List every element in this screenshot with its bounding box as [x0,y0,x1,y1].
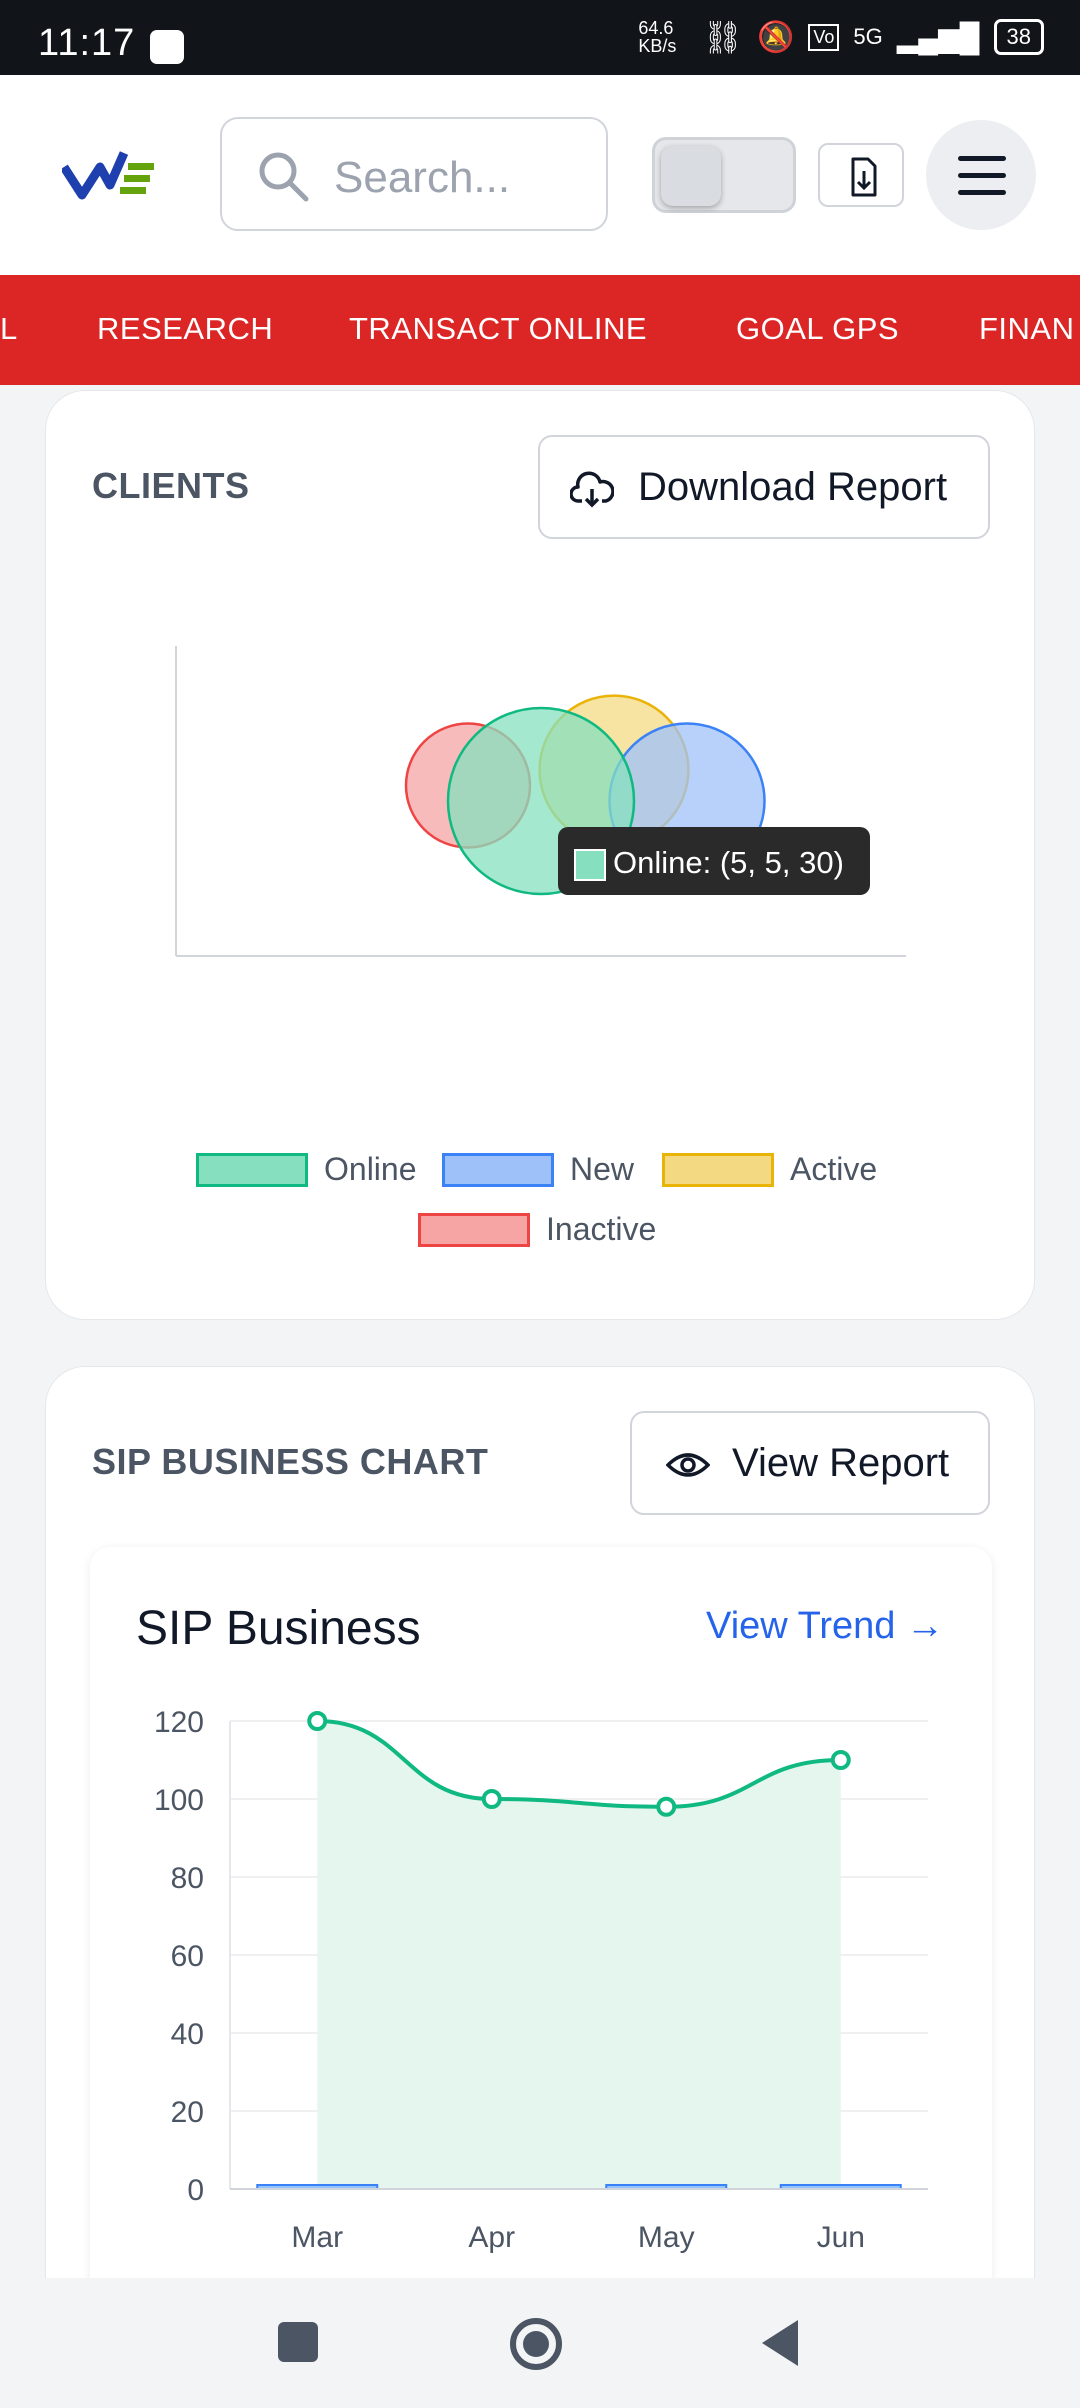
notification-icon [150,30,184,64]
data-point [481,1789,502,1809]
legend-label-new: New [570,1151,635,1187]
network-type: 5G [853,24,883,49]
status-time: 11:17 [38,22,136,64]
view-trend-link[interactable]: View Trend → [706,1605,944,1648]
hamburger-icon [958,156,1006,161]
view-report-label: View Report [732,1441,950,1485]
download-file-button[interactable] [818,143,904,207]
legend-swatch-online [196,1152,308,1187]
network-speed: 64.6 KB/s [638,18,677,56]
search-icon [259,152,309,202]
legend-swatch-active [662,1152,774,1187]
theme-toggle[interactable] [652,137,796,213]
signal-icon: ▂▄▆█ [896,21,980,53]
nav-item-finan[interactable]: FINAN [979,311,1075,347]
main-nav: L RESEARCH TRANSACT ONLINE GOAL GPS FINA… [0,275,1080,385]
search-input[interactable]: Search... [220,117,608,231]
search-placeholder: Search... [334,153,511,202]
legend-inactive[interactable]: Inactive [418,1211,656,1248]
data-point [830,1750,851,1770]
legend-new[interactable]: New [442,1151,634,1188]
home-button[interactable] [508,2316,564,2372]
clients-title: CLIENTS [92,465,250,506]
sip-card-title: SIP BUSINESS CHART [92,1441,489,1482]
chart-tooltip: Online: (5, 5, 30) [558,827,870,895]
y-tick-label: 100 [154,1784,204,1817]
cloud-download-icon [570,471,614,508]
legend-active[interactable]: Active [662,1151,877,1188]
menu-button[interactable] [926,120,1036,230]
toggle-knob [661,146,721,206]
y-tick-label: 80 [171,1862,204,1895]
legend-label-active: Active [790,1151,878,1187]
sip-business-card: SIP BUSINESS CHART View Report SIP Busin… [45,1366,1035,2366]
sip-chart-panel: SIP Business View Trend → 0 20 40 60 80 100 12… [90,1547,992,2307]
data-point [656,1796,677,1817]
nav-item-partial[interactable]: L [0,311,18,347]
system-nav-bar [0,2278,1080,2408]
eye-icon [666,1453,710,1477]
logo-icon[interactable] [62,145,162,205]
legend-label-inactive: Inactive [546,1211,657,1247]
status-bar: 11:17 64.6 KB/s ⛓ 🔕 Vo 5G ▂▄▆█ 38 [0,0,1080,75]
x-tick-label: May [638,2221,695,2254]
app-header: Search... [0,75,1080,275]
y-tick-label: 120 [154,1706,204,1739]
battery-icon: 38 [993,19,1044,55]
y-tick-label: 20 [171,2096,204,2129]
y-tick-label: 0 [187,2174,204,2207]
nav-item-transact-online[interactable]: TRANSACT ONLINE [349,311,647,347]
download-file-icon [851,157,877,197]
back-button[interactable] [758,2318,802,2368]
download-report-button[interactable]: Download Report [538,435,990,539]
legend-label-online: Online [324,1151,417,1187]
sip-line-chart: 0 20 40 60 80 100 120 Mar Apr May Jun [154,1706,928,2254]
volte-icon: Vo [808,23,840,51]
data-point [307,1711,328,1731]
area-fill [317,1721,841,2189]
link-icon: ⛓ [702,19,744,55]
status-icons: 64.6 KB/s ⛓ 🔕 Vo 5G ▂▄▆█ 38 [638,18,1044,56]
nav-item-research[interactable]: RESEARCH [97,311,273,347]
view-report-button[interactable]: View Report [630,1411,990,1515]
y-tick-label: 40 [171,2018,204,2051]
nav-item-goal-gps[interactable]: GOAL GPS [736,311,899,347]
mute-icon: 🔕 [757,20,795,54]
y-tick-label: 60 [171,1940,204,1973]
x-tick-label: Jun [817,2221,865,2254]
bubble-chart: Online: (5, 5, 30) [175,646,906,957]
recent-apps-button[interactable] [278,2322,318,2362]
legend-swatch-inactive [418,1212,530,1247]
sip-chart-title: SIP Business [136,1602,421,1655]
clients-card: CLIENTS Download Report Online: (5, 5, 3… [45,390,1035,1320]
download-report-label: Download Report [638,465,948,509]
tooltip-text: Online: (5, 5, 30) [613,845,844,880]
legend-swatch-new [442,1152,554,1187]
x-tick-label: Apr [468,2221,515,2254]
legend-online[interactable]: Online [196,1151,417,1188]
x-tick-label: Mar [291,2221,343,2254]
tooltip-swatch [574,849,606,881]
